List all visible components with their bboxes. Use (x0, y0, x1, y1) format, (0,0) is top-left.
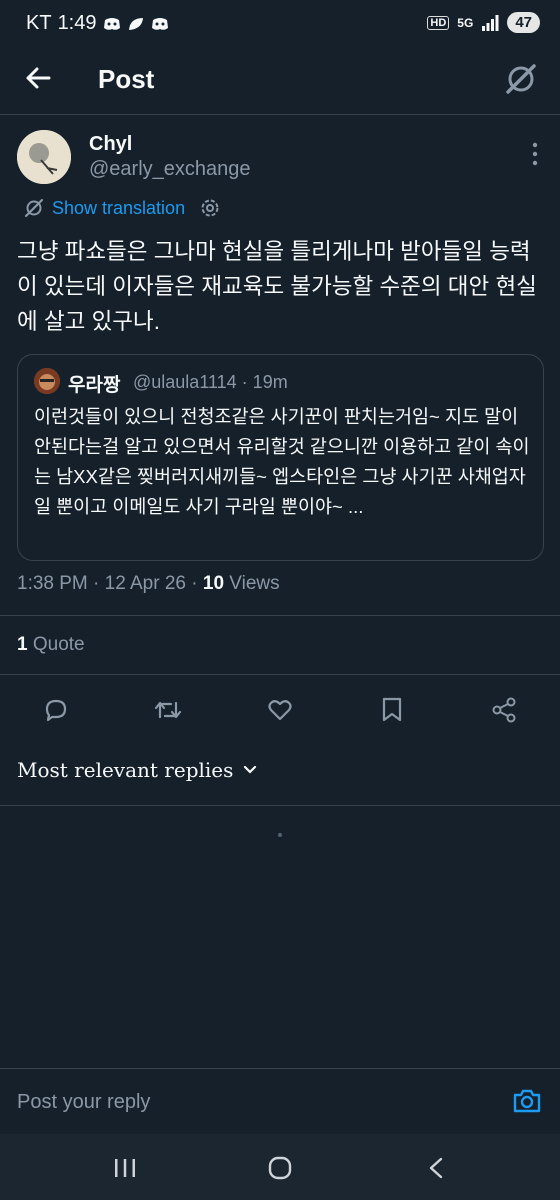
heart-icon (268, 700, 292, 721)
quote-label: Quote (27, 634, 85, 655)
quote-count: 1 (17, 634, 28, 655)
stats-divider (0, 674, 560, 675)
views-label: Views (224, 573, 280, 594)
reply-input[interactable]: Post your reply (17, 1091, 150, 1114)
translate-row: Show translation (24, 197, 221, 219)
status-right: HD 5G 47 (427, 12, 540, 33)
quote-count-row[interactable]: 1 Quote (17, 634, 85, 656)
gear-icon[interactable] (199, 197, 221, 219)
quoted-author-handle: @ulaula1114 · 19m (133, 372, 288, 392)
like-button[interactable] (260, 690, 300, 730)
post-meta: 1:38 PM · 12 Apr 26 · 10 Views (17, 573, 280, 595)
recents-icon (115, 1159, 135, 1177)
show-translation-link[interactable]: Show translation (52, 198, 185, 219)
grok-icon[interactable] (504, 62, 538, 96)
status-bar: KT 1:49 HD 5G 47 (0, 0, 560, 50)
action-bar (0, 690, 560, 730)
share-button[interactable] (484, 690, 524, 730)
loading-indicator (278, 833, 282, 837)
quoted-post[interactable]: 우라짱 @ulaula1114 · 19m 이런것들이 있으니 전청조같은 사기… (17, 354, 544, 561)
quoted-author-name: 우라짱 (68, 375, 121, 396)
arrow-left-icon[interactable] (24, 64, 52, 92)
more-vertical-icon[interactable] (532, 142, 538, 166)
status-left: KT 1:49 (26, 12, 169, 35)
author-name[interactable]: Chyl (89, 133, 132, 156)
post-text: 그냥 파쇼들은 그나마 현실을 틀리게나마 받아들일 능력이 있는데 이자들은 … (17, 239, 537, 334)
home-icon (268, 1156, 292, 1180)
quoted-avatar (34, 368, 60, 394)
repost-icon (154, 701, 182, 719)
camera-icon[interactable] (512, 1087, 542, 1115)
header-divider (0, 114, 560, 115)
sort-label: Most relevant replies (17, 758, 234, 782)
reply-icon (45, 699, 67, 722)
back-button[interactable] (426, 1154, 446, 1182)
avatar-image (17, 130, 71, 184)
hd-badge: HD (427, 15, 450, 30)
top-app-bar: Post (0, 50, 560, 108)
bookmark-button[interactable] (372, 690, 412, 730)
author-handle[interactable]: @early_exchange (89, 158, 251, 181)
recents-button[interactable] (112, 1154, 138, 1182)
home-button[interactable] (266, 1154, 294, 1182)
network-type: 5G (457, 15, 474, 30)
chevron-down-icon (244, 765, 257, 774)
discord-icon (151, 17, 168, 30)
system-nav-bar (0, 1134, 560, 1200)
replies-sort-dropdown[interactable]: Most relevant replies (17, 758, 257, 782)
page-title: Post (98, 64, 155, 94)
battery-indicator: 47 (507, 12, 540, 33)
carrier-label: KT (26, 12, 52, 34)
sort-divider (0, 805, 560, 806)
meta-divider (0, 615, 560, 616)
back-icon (429, 1157, 443, 1179)
leaf-icon (128, 17, 143, 30)
clock: 1:49 (57, 12, 97, 34)
translate-icon (24, 198, 44, 218)
avatar[interactable] (17, 130, 71, 184)
discord-icon (103, 17, 120, 30)
timestamp: 1:38 PM · 12 Apr 26 · (17, 573, 203, 594)
reply-button[interactable] (36, 690, 76, 730)
signal-icon (482, 14, 499, 31)
reply-composer: Post your reply (0, 1068, 560, 1135)
quoted-text: 이런것들이 있으니 전청조같은 사기꾼이 판치는거임~ 지도 말이 안된다는걸 … (34, 406, 530, 517)
bookmark-icon (382, 697, 402, 722)
views-count: 10 (202, 573, 225, 594)
repost-button[interactable] (148, 690, 188, 730)
share-icon (492, 697, 516, 723)
